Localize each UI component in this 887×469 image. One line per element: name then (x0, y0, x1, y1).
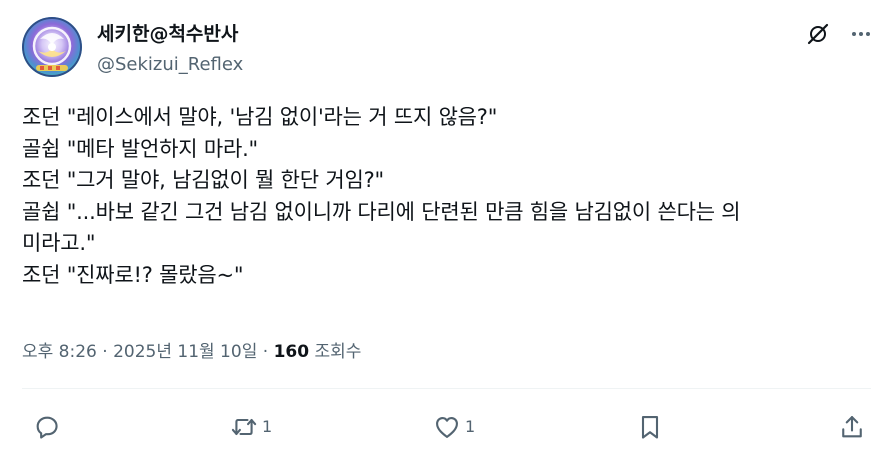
tweet-text-line: 조던 "그거 말야, 남김없이 뭘 한단 거임?" (22, 168, 384, 193)
tweet-date[interactable]: 2025년 11월 10일 (113, 342, 257, 362)
tweet-card: 세키한@척수반사 @Sekizui_Reflex 조던 "레이스에서 말야, '… (0, 0, 887, 469)
bookmark-button[interactable] (636, 412, 664, 442)
tweet-text-line: 골쉽 "메타 발언하지 마라." (22, 136, 259, 161)
views-count: 160 (273, 342, 310, 362)
avatar-image (22, 17, 82, 77)
retweet-button[interactable]: 1 (230, 412, 272, 442)
tweet-time[interactable]: 오후 8:26 (22, 342, 97, 362)
reply-icon (36, 416, 58, 439)
tweet-body: 조던 "레이스에서 말야, '남김 없이'라는 거 뜨지 않음?" 골쉽 "메타… (22, 102, 872, 292)
like-button[interactable]: 1 (433, 412, 475, 442)
reply-button[interactable] (33, 412, 65, 442)
tweet-text-line: 조던 "진짜로!? 몰랐음~" (22, 262, 244, 287)
views-label: 조회수 (309, 342, 362, 362)
share-icon (842, 416, 862, 438)
grok-icon[interactable] (806, 22, 830, 46)
share-button[interactable] (838, 412, 866, 442)
display-name[interactable]: 세키한@척수반사 (97, 21, 238, 47)
bookmark-icon (641, 416, 659, 439)
tweet-text-line: 미라고." (22, 231, 96, 256)
retweet-count: 1 (262, 417, 273, 436)
like-count: 1 (465, 417, 476, 436)
user-handle[interactable]: @Sekizui_Reflex (97, 53, 243, 77)
more-options-icon[interactable] (849, 22, 873, 46)
avatar[interactable] (22, 17, 82, 77)
tweet-meta: 오후 8:26 · 2025년 11월 10일 · 160 조회수 (22, 340, 361, 364)
tweet-text-line: 조던 "레이스에서 말야, '남김 없이'라는 거 뜨지 않음?" (22, 105, 498, 129)
tweet-text-line: 골쉽 "...바보 같긴 그건 남김 없이니까 다리에 단련된 만큼 힘을 남김… (22, 199, 741, 224)
divider (22, 388, 871, 389)
heart-icon (436, 416, 458, 438)
meta-separator: · (96, 342, 114, 362)
meta-separator: · (257, 342, 274, 362)
retweet-icon (231, 418, 257, 436)
